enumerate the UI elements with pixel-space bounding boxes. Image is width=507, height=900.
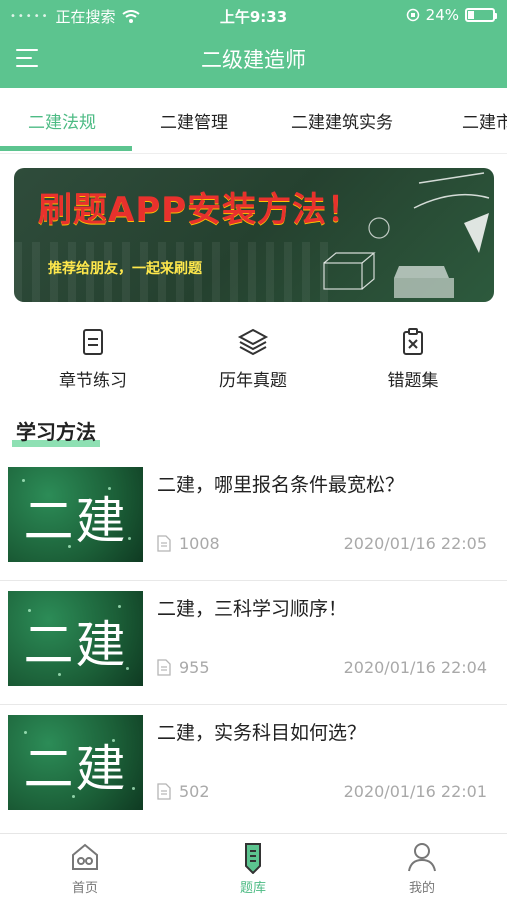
profile-icon	[408, 843, 436, 872]
category-past-exams[interactable]: 历年真题	[193, 320, 313, 391]
tabbar-label: 题库	[239, 881, 266, 896]
tab-municipal[interactable]: 二建市	[462, 108, 507, 133]
status-right: 24%	[406, 6, 497, 24]
views-count: 502	[179, 782, 210, 801]
home-icon	[72, 843, 98, 870]
tabbar-question-bank[interactable]: 题库	[193, 840, 313, 896]
document-icon	[157, 659, 171, 676]
article-item[interactable]: 二建 二建，三科学习顺序！ 955 2020/01/16 22:04	[0, 582, 507, 705]
article-views: 1008	[157, 534, 220, 553]
chapter-practice-icon	[83, 329, 103, 355]
views-count: 1008	[179, 534, 220, 553]
article-item[interactable]: 二建 二建，实务科目如何选？ 502 2020/01/16 22:01	[0, 706, 507, 829]
thumbnail-text: 二建	[23, 740, 128, 798]
banner-subtitle: 推荐给朋友，一起来刷题	[48, 261, 202, 277]
battery-fill	[468, 11, 475, 19]
article-thumbnail: 二建	[8, 467, 143, 562]
article-title: 二建，三科学习顺序！	[157, 598, 348, 620]
battery-percent: 24%	[425, 6, 459, 24]
battery-icon	[465, 8, 497, 22]
category-label: 历年真题	[219, 371, 287, 391]
nav-bar: 二级建造师	[0, 30, 507, 88]
category-label: 章节练习	[59, 371, 127, 391]
category-chapter-practice[interactable]: 章节练习	[33, 320, 153, 391]
tabbar-label: 首页	[71, 881, 98, 896]
article-title: 二建，实务科目如何选？	[157, 722, 367, 744]
document-icon	[157, 535, 171, 552]
article-thumbnail: 二建	[8, 715, 143, 810]
article-views: 955	[157, 658, 210, 677]
category-label: 错题集	[387, 371, 439, 391]
page-title: 二级建造师	[201, 48, 306, 72]
past-exams-layers-icon	[237, 328, 269, 356]
bottom-tab-bar: 首页 题库 我的	[0, 833, 507, 900]
tab-building-practice[interactable]: 二建建筑实务	[291, 108, 393, 133]
status-bar: ••••• 正在搜索 上午9:33 24%	[0, 0, 507, 30]
tabbar-label: 我的	[408, 881, 435, 896]
article-date: 2020/01/16 22:01	[343, 782, 487, 801]
category-row: 章节练习 历年真题 错题集	[0, 320, 507, 410]
orientation-lock-icon	[406, 8, 419, 22]
section-title-text: 学习方法	[16, 420, 96, 444]
tab-law[interactable]: 二建法规	[28, 108, 96, 133]
chalk-doodles-icon	[323, 172, 490, 298]
question-bank-pen-icon	[245, 843, 261, 874]
article-views: 502	[157, 782, 210, 801]
document-icon	[157, 783, 171, 800]
promo-banner[interactable]: 刷题APP安装方法！ 推荐给朋友，一起来刷题	[14, 168, 494, 302]
article-title: 二建，哪里报名条件最宽松？	[157, 474, 405, 496]
active-tab-indicator	[0, 146, 132, 151]
tabbar-home[interactable]: 首页	[25, 840, 145, 896]
subject-tabs: 二建法规 二建管理 二建建筑实务 二建市	[0, 88, 507, 154]
views-count: 955	[179, 658, 210, 677]
thumbnail-text: 二建	[23, 616, 128, 674]
thumbnail-text: 二建	[23, 492, 128, 550]
tab-management[interactable]: 二建管理	[160, 108, 228, 133]
section-title-study-methods: 学习方法	[12, 416, 100, 447]
article-item[interactable]: 二建 二建，哪里报名条件最宽松？ 1008 2020/01/16 22:05	[0, 458, 507, 581]
tabbar-profile[interactable]: 我的	[362, 840, 482, 896]
article-date: 2020/01/16 22:04	[343, 658, 487, 677]
category-wrong-questions[interactable]: 错题集	[353, 320, 473, 391]
article-date: 2020/01/16 22:05	[343, 534, 487, 553]
app-header: ••••• 正在搜索 上午9:33 24% 二级建造师	[0, 0, 507, 88]
article-thumbnail: 二建	[8, 591, 143, 686]
wrong-questions-clipboard-icon	[403, 328, 423, 355]
